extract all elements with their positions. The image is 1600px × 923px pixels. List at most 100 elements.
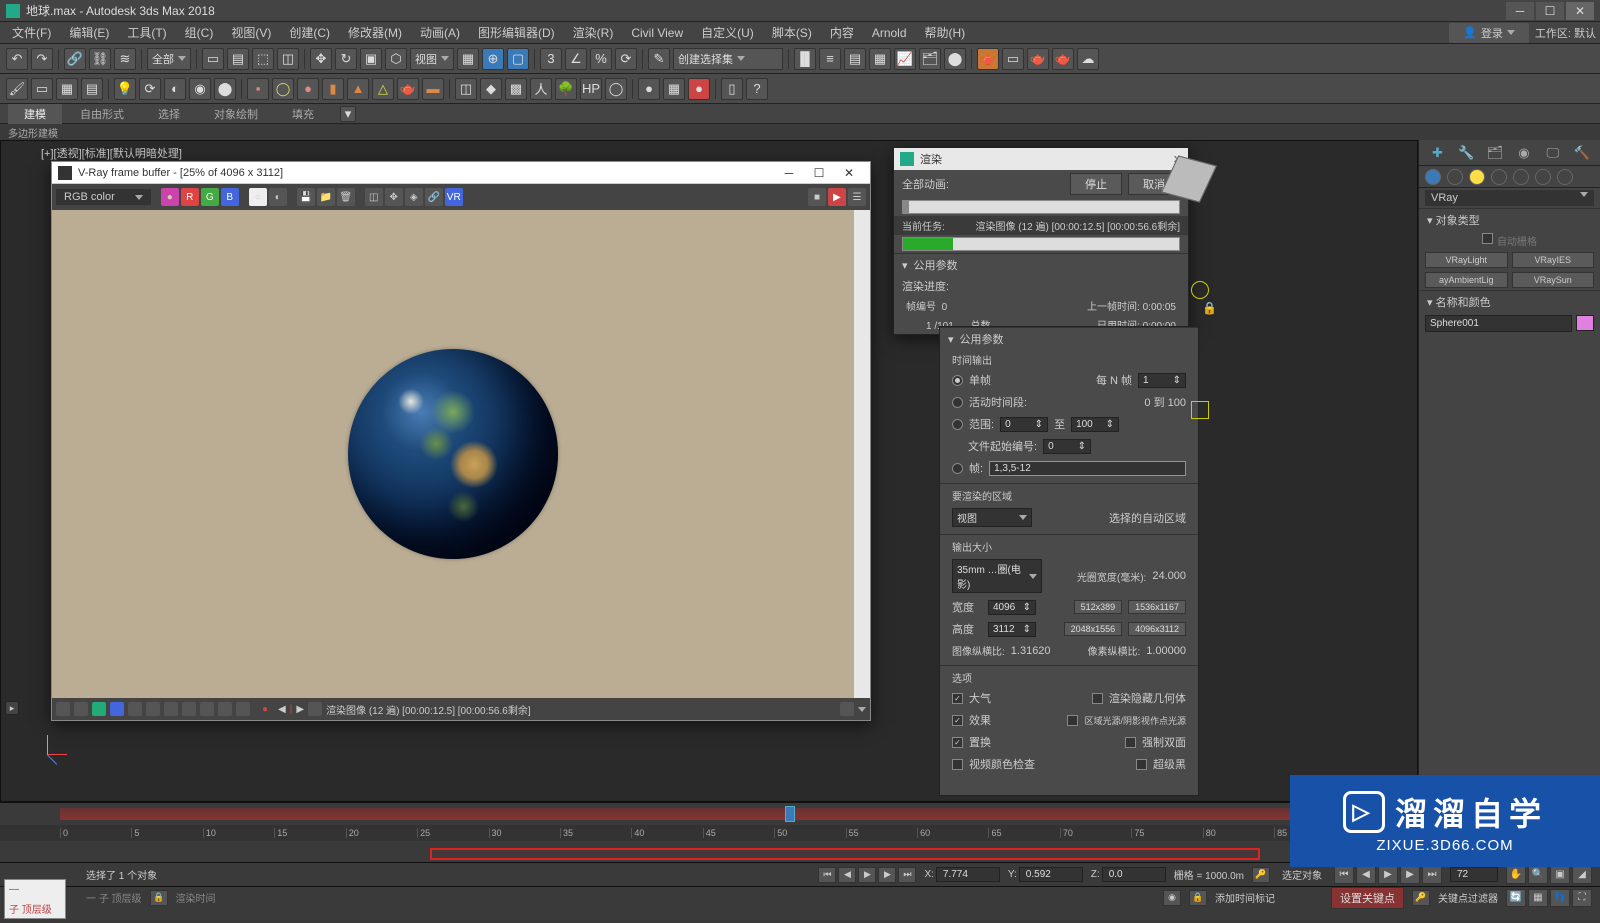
coord-y-input[interactable]: 0.592 <box>1019 867 1083 882</box>
align-icon[interactable]: ≡ <box>819 48 841 70</box>
vfb-status-icon-9[interactable] <box>200 702 214 716</box>
vfb-status-icon-2[interactable] <box>74 702 88 716</box>
cp-motion-icon[interactable]: ◉ <box>1514 143 1534 163</box>
nav-time-play-icon[interactable]: ▶ <box>1378 866 1398 884</box>
cp-create-icon[interactable]: ✚ <box>1427 143 1447 163</box>
lock-selection-icon[interactable]: 🔒 <box>150 890 168 906</box>
select-name-icon[interactable]: ▤ <box>227 48 249 70</box>
menu-customize[interactable]: 自定义(U) <box>693 22 762 43</box>
vfb-mono-icon[interactable]: ○ <box>249 188 267 206</box>
cp-space-icon[interactable] <box>1535 169 1551 185</box>
window-cross-icon[interactable]: ◫ <box>277 48 299 70</box>
snap-3-icon[interactable]: 3 <box>540 48 562 70</box>
tb2-icon-9[interactable]: ⬤ <box>214 78 236 100</box>
tb2-icon-7[interactable]: ◐ <box>164 78 186 100</box>
vfb-title-bar[interactable]: V-Ray frame buffer - [25% of 4096 x 3112… <box>52 162 870 184</box>
cp-shapes-icon[interactable] <box>1447 169 1463 185</box>
tb2-icon-2[interactable]: ▭ <box>31 78 53 100</box>
menu-civilview[interactable]: Civil View <box>623 24 691 42</box>
render-online-icon[interactable]: ☁ <box>1077 48 1099 70</box>
prim-box-icon[interactable]: ▪ <box>247 78 269 100</box>
vfb-region-icon[interactable]: ◈ <box>405 188 423 206</box>
vfb-r-icon[interactable]: R <box>181 188 199 206</box>
ribbon-tab-populate[interactable]: 填充 <box>276 104 330 124</box>
tb2-icon-29[interactable]: ● <box>688 78 710 100</box>
tb2-icon-8[interactable]: ◉ <box>189 78 211 100</box>
viewport[interactable]: [+][透视][标准][默认明暗处理] ▸ V-Ray frame buffer… <box>0 140 1418 802</box>
bind-icon[interactable]: ≋ <box>114 48 136 70</box>
selection-lock-icon[interactable]: 🔒 <box>1189 890 1207 906</box>
cp-namecolor-rollout[interactable]: ▾ 名称和颜色 <box>1419 291 1600 313</box>
viewcube[interactable] <box>1161 151 1217 207</box>
prim-torus-icon[interactable]: ◯ <box>272 78 294 100</box>
vfb-close-button[interactable]: ✕ <box>834 164 864 182</box>
coord-z-input[interactable]: 0.0 <box>1102 867 1166 882</box>
cp-lights-icon[interactable] <box>1469 169 1485 185</box>
cp-modify-icon[interactable]: 🔧 <box>1456 143 1476 163</box>
light-bulb-icon[interactable]: 💡 <box>114 78 136 100</box>
script-listener[interactable]: — 子 顶层级 <box>4 879 66 919</box>
rs-file-start[interactable]: 0⇕ <box>1043 439 1091 454</box>
vp-minmax-icon[interactable]: ⛶ <box>1572 889 1592 907</box>
menu-group[interactable]: 组(C) <box>177 22 222 43</box>
minimize-button[interactable]: ─ <box>1506 2 1534 20</box>
menu-content[interactable]: 内容 <box>822 22 862 43</box>
vp-maximize-icon[interactable]: ▦ <box>1528 889 1548 907</box>
vfb-render-icon[interactable]: ▶ <box>828 188 846 206</box>
vp-fov-icon[interactable]: ◢ <box>1572 866 1592 884</box>
vfb-clone-icon[interactable]: ◫ <box>365 188 383 206</box>
vfb-status-icon-10[interactable] <box>218 702 232 716</box>
cp-cameras-icon[interactable] <box>1491 169 1507 185</box>
autokey-button[interactable]: 🔑 <box>1252 867 1270 883</box>
vfb-minimize-button[interactable]: ─ <box>774 164 804 182</box>
rs-check-disp[interactable]: ✓ <box>952 737 963 748</box>
vp-zoom-icon[interactable]: 🔍 <box>1528 866 1548 884</box>
pivot-icon[interactable]: ▦ <box>457 48 479 70</box>
ribbon-config-icon[interactable]: ▾ <box>340 106 356 122</box>
cp-display-icon[interactable]: 🖵 <box>1543 143 1563 163</box>
menu-script[interactable]: 脚本(S) <box>764 22 820 43</box>
menu-create[interactable]: 创建(C) <box>281 22 338 43</box>
vfb-channel-dropdown[interactable]: RGB color <box>56 189 151 205</box>
login-button[interactable]: 👤 登录 <box>1449 23 1529 43</box>
prim-plane-icon[interactable]: ▬ <box>422 78 444 100</box>
vfb-render-view[interactable] <box>52 210 854 698</box>
viewport-label[interactable]: [+][透视][标准][默认明暗处理] <box>41 145 182 161</box>
tb2-icon-21[interactable]: ◆ <box>480 78 502 100</box>
rs-check-2side[interactable] <box>1125 737 1136 748</box>
schematic-icon[interactable]: 🗂 <box>919 48 941 70</box>
rs-preset-4[interactable]: 4096x3112 <box>1128 622 1186 636</box>
rs-preset-dropdown[interactable]: 35mm …圏(电影) <box>952 559 1042 593</box>
vfb-status-rec-icon[interactable]: ● <box>262 704 268 715</box>
current-frame-input[interactable]: 72 <box>1450 867 1498 882</box>
prim-cone-icon[interactable]: ▲ <box>347 78 369 100</box>
spinner-snap-icon[interactable]: ⟳ <box>615 48 637 70</box>
nav-time-end-icon[interactable]: ⏭ <box>1422 866 1442 884</box>
vfb-status-icon-5[interactable] <box>128 702 142 716</box>
snap-percent-icon[interactable]: % <box>590 48 612 70</box>
vfb-save-icon[interactable]: 💾 <box>297 188 315 206</box>
curve-editor-icon[interactable]: 📈 <box>894 48 916 70</box>
rs-radio-single[interactable] <box>952 375 963 386</box>
cp-hierarchy-icon[interactable]: 🗂 <box>1485 143 1505 163</box>
named-sel-dropdown[interactable]: 创建选择集 <box>673 48 783 70</box>
vfb-link-icon[interactable]: 🔗 <box>425 188 443 206</box>
scale-icon[interactable]: ▣ <box>360 48 382 70</box>
vfb-status-next-icon[interactable]: ▶ <box>296 704 304 715</box>
coord-x-input[interactable]: 7.774 <box>936 867 1000 882</box>
rs-common-rollout[interactable]: ▾ 公用参数 <box>940 327 1198 350</box>
menu-animation[interactable]: 动画(A) <box>412 22 468 43</box>
select-icon[interactable]: ▭ <box>202 48 224 70</box>
play-play-icon[interactable]: ▶ <box>858 867 876 883</box>
vfb-vr-icon[interactable]: VR <box>445 188 463 206</box>
viewport-expand-icon[interactable]: ▸ <box>5 701 19 715</box>
cp-objtype-rollout[interactable]: ▾ 对象类型 <box>1419 209 1600 231</box>
nav-time-start-icon[interactable]: ⏮ <box>1334 866 1354 884</box>
vfb-status-right-icon[interactable] <box>840 702 854 716</box>
vfb-status-stop-icon[interactable]: | <box>290 704 293 715</box>
vfb-tracking-icon[interactable]: ✥ <box>385 188 403 206</box>
prim-teapot-icon[interactable]: 🫖 <box>397 78 419 100</box>
rs-check-effects[interactable]: ✓ <box>952 715 963 726</box>
rs-check-hidden[interactable] <box>1092 693 1103 704</box>
layer-icon[interactable]: ▤ <box>844 48 866 70</box>
